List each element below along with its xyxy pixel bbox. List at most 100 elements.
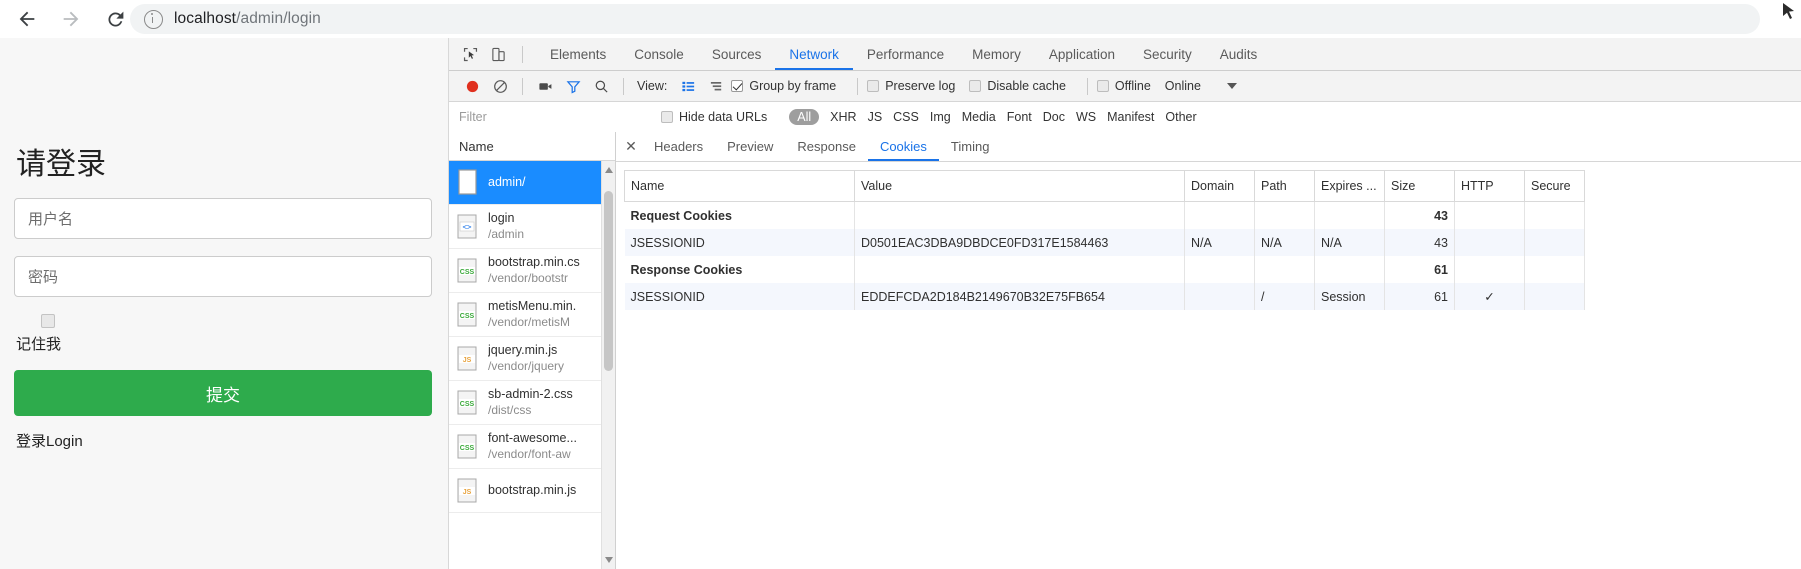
- forward-button[interactable]: [52, 0, 90, 38]
- cell-value: D0501EAC3DBA9DBDCE0FD317E1584463: [854, 229, 1185, 256]
- filter-type-doc[interactable]: Doc: [1043, 110, 1065, 124]
- tab-console[interactable]: Console: [620, 38, 698, 70]
- table-row[interactable]: Request Cookies 43: [624, 201, 1585, 229]
- offline-checkbox[interactable]: Offline: [1096, 79, 1151, 93]
- inspect-element-icon[interactable]: [459, 43, 481, 65]
- cell-http: [1454, 229, 1525, 256]
- hide-data-urls-checkbox[interactable]: Hide data URLs: [661, 110, 767, 124]
- filter-type-other[interactable]: Other: [1165, 110, 1196, 124]
- filter-type-media[interactable]: Media: [962, 110, 996, 124]
- filter-type-img[interactable]: Img: [930, 110, 951, 124]
- request-row-font-awesome-css[interactable]: CSS font-awesome... /vendor/font-aw: [449, 425, 615, 469]
- camera-icon[interactable]: [532, 74, 558, 98]
- request-row-sb-admin-css[interactable]: CSS sb-admin-2.css /dist/css: [449, 381, 615, 425]
- preserve-log-checkbox[interactable]: Preserve log: [867, 79, 955, 93]
- record-button-icon[interactable]: [459, 74, 485, 98]
- request-name: login: [488, 210, 515, 225]
- scrollbar-thumb[interactable]: [604, 191, 613, 371]
- svg-text:CSS: CSS: [460, 269, 475, 276]
- tab-performance[interactable]: Performance: [853, 38, 958, 70]
- table-row[interactable]: JSESSIONID EDDEFCDA2D184B2149670B32E75FB…: [624, 283, 1585, 310]
- tab-application[interactable]: Application: [1035, 38, 1129, 70]
- group-by-frame-checkbox[interactable]: Group by frame: [731, 79, 836, 93]
- reload-button[interactable]: [96, 0, 134, 38]
- cell-secure: [1524, 229, 1585, 256]
- throttling-select[interactable]: Online: [1165, 79, 1201, 93]
- tab-network[interactable]: Network: [775, 38, 853, 70]
- password-input[interactable]: 密码: [14, 256, 432, 297]
- address-bar[interactable]: localhost/admin/login: [130, 4, 1760, 34]
- detail-tab-timing[interactable]: Timing: [939, 132, 1002, 161]
- waterfall-view-icon[interactable]: [703, 74, 729, 98]
- column-header-secure[interactable]: Secure: [1524, 170, 1585, 202]
- filter-type-ws[interactable]: WS: [1076, 110, 1096, 124]
- column-header-size[interactable]: Size: [1384, 170, 1455, 202]
- request-row-jquery-js[interactable]: JS jquery.min.js /vendor/jquery: [449, 337, 615, 381]
- cell-path: N/A: [1254, 229, 1315, 256]
- scroll-up-icon[interactable]: [604, 167, 613, 173]
- request-list-header: Name: [449, 132, 615, 161]
- funnel-icon[interactable]: [560, 74, 586, 98]
- detail-tab-cookies[interactable]: Cookies: [868, 132, 939, 161]
- column-header-path[interactable]: Path: [1254, 170, 1315, 202]
- filter-input[interactable]: Filter: [459, 110, 649, 124]
- close-icon[interactable]: ✕: [620, 136, 642, 158]
- login-link[interactable]: 登录Login: [16, 430, 432, 451]
- detail-tab-headers[interactable]: Headers: [642, 132, 715, 161]
- disable-cache-checkbox[interactable]: Disable cache: [969, 79, 1066, 93]
- request-name: metisMenu.min.: [488, 298, 577, 313]
- tab-elements[interactable]: Elements: [536, 38, 620, 70]
- filter-type-manifest[interactable]: Manifest: [1107, 110, 1154, 124]
- submit-button[interactable]: 提交: [14, 370, 432, 416]
- remember-me-checkbox[interactable]: [41, 314, 55, 328]
- url-host: localhost: [174, 10, 237, 27]
- request-row-metismenu-css[interactable]: CSS metisMenu.min. /vendor/metisM: [449, 293, 615, 337]
- column-header-domain[interactable]: Domain: [1184, 170, 1255, 202]
- column-header-value[interactable]: Value: [854, 170, 1185, 202]
- list-view-icon[interactable]: [675, 74, 701, 98]
- table-row[interactable]: Response Cookies 61: [624, 256, 1585, 283]
- filter-type-xhr[interactable]: XHR: [830, 110, 856, 124]
- filter-type-font[interactable]: Font: [1007, 110, 1032, 124]
- cookies-table-container: Name Value Domain Path Expires ... Size …: [616, 162, 1801, 569]
- detail-tab-response[interactable]: Response: [785, 132, 868, 161]
- tab-memory[interactable]: Memory: [958, 38, 1035, 70]
- request-list-scrollbar[interactable]: [601, 161, 615, 569]
- login-form: 请登录 用户名 密码 记住我 提交 登录Login: [14, 148, 432, 451]
- cell-size: 61: [1384, 283, 1455, 310]
- request-row-bootstrap-css[interactable]: CSS bootstrap.min.cs /vendor/bootstr: [449, 249, 615, 293]
- tab-security[interactable]: Security: [1129, 38, 1206, 70]
- table-row[interactable]: JSESSIONID D0501EAC3DBA9DBDCE0FD317E1584…: [624, 229, 1585, 256]
- preserve-log-label: Preserve log: [885, 79, 956, 93]
- detail-tab-preview[interactable]: Preview: [715, 132, 785, 161]
- filter-type-css[interactable]: CSS: [893, 110, 919, 124]
- svg-text:JS: JS: [463, 489, 472, 496]
- scroll-down-icon[interactable]: [604, 557, 613, 563]
- device-toolbar-icon[interactable]: [487, 43, 509, 65]
- column-header-name[interactable]: Name: [624, 170, 855, 202]
- devtools-tool-icons: [449, 43, 536, 65]
- back-button[interactable]: [8, 0, 46, 38]
- cell-expires: [1314, 256, 1385, 283]
- cell-value: [854, 256, 1185, 283]
- request-path: /admin: [488, 226, 525, 241]
- filter-type-js[interactable]: JS: [868, 110, 883, 124]
- username-input[interactable]: 用户名: [14, 198, 432, 239]
- column-header-expires[interactable]: Expires ...: [1314, 170, 1385, 202]
- tab-sources[interactable]: Sources: [698, 38, 776, 70]
- filter-type-all[interactable]: All: [789, 109, 820, 125]
- request-list: admin/ <> login /admin CSS bootstrap.min…: [449, 161, 615, 569]
- url-path: /admin/login: [236, 10, 321, 27]
- tab-audits[interactable]: Audits: [1206, 38, 1272, 70]
- column-header-http[interactable]: HTTP: [1454, 170, 1525, 202]
- request-row-admin[interactable]: admin/: [449, 161, 615, 205]
- info-circle-icon[interactable]: [144, 9, 163, 29]
- search-icon[interactable]: [588, 74, 614, 98]
- hide-data-urls-label: Hide data URLs: [679, 110, 768, 124]
- toolbar-divider: [1086, 77, 1088, 95]
- clear-icon[interactable]: [487, 74, 513, 98]
- cell-http: ✓: [1454, 283, 1525, 310]
- request-row-bootstrap-js[interactable]: JS bootstrap.min.js: [449, 469, 615, 513]
- chevron-down-icon[interactable]: [1226, 83, 1237, 89]
- request-row-login[interactable]: <> login /admin: [449, 205, 615, 249]
